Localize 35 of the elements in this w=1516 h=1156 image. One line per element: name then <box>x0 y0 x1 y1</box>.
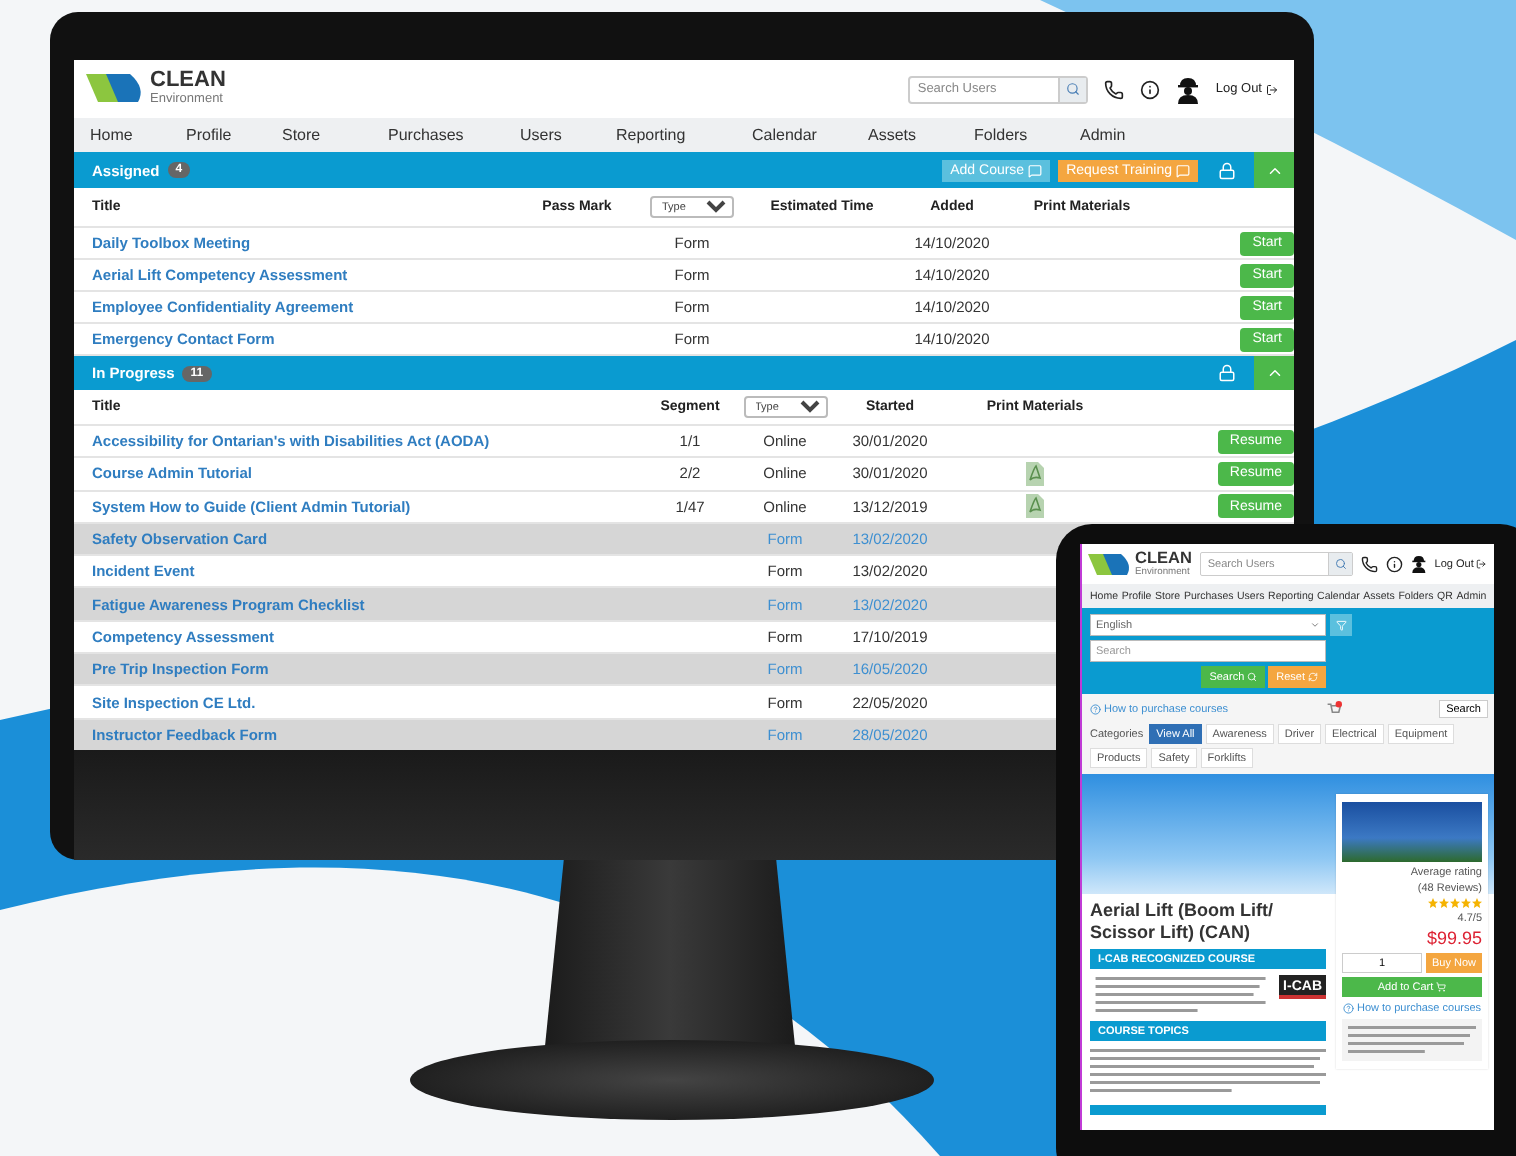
nav-item[interactable]: Assets <box>868 126 968 144</box>
pdf-icon[interactable] <box>1026 494 1044 519</box>
nav-item[interactable]: Calendar <box>752 126 862 144</box>
price: $99.95 <box>1424 928 1482 949</box>
search-button[interactable] <box>1057 77 1086 101</box>
chat-icon <box>1028 163 1043 177</box>
nav-item[interactable]: Folders <box>974 126 1074 144</box>
phone-icon[interactable] <box>1103 79 1124 99</box>
nav-item[interactable]: Profile <box>186 126 276 144</box>
nav-item[interactable]: Admin <box>1080 126 1160 144</box>
chat-icon <box>1176 163 1190 177</box>
nav-item[interactable]: Purchases <box>388 126 514 144</box>
chevron-up-icon <box>1265 364 1283 382</box>
pdf-icon[interactable] <box>1026 461 1044 486</box>
nav-item[interactable]: Reporting <box>616 126 746 144</box>
nav-item[interactable]: Home <box>90 126 180 144</box>
lock-icon[interactable] <box>1218 364 1236 382</box>
logout-icon <box>1266 83 1278 95</box>
leaf-logo-icon <box>86 70 146 107</box>
phone-icon[interactable] <box>1360 555 1378 573</box>
person-icon[interactable] <box>1410 552 1427 576</box>
nav-item[interactable]: Users <box>520 126 610 144</box>
logo-name: CLEAN <box>150 70 226 93</box>
product-title: Aerial Lift (Boom Lift/ Scissor Lift) (CAN) <box>1090 900 1275 944</box>
search-icon <box>1065 82 1080 96</box>
blurred-text-drawing <box>1347 1024 1477 1056</box>
cart-icon[interactable] <box>1325 701 1342 717</box>
nav-item[interactable]: Store <box>282 126 382 144</box>
info-icon[interactable] <box>1139 79 1160 99</box>
lock-icon[interactable] <box>1218 161 1236 179</box>
logo-name: CLEAN <box>1135 550 1192 567</box>
search-button[interactable] <box>1328 553 1352 575</box>
leaf-logo-icon <box>1088 550 1133 578</box>
person-icon[interactable] <box>1175 75 1200 103</box>
info-icon[interactable] <box>1385 555 1403 573</box>
